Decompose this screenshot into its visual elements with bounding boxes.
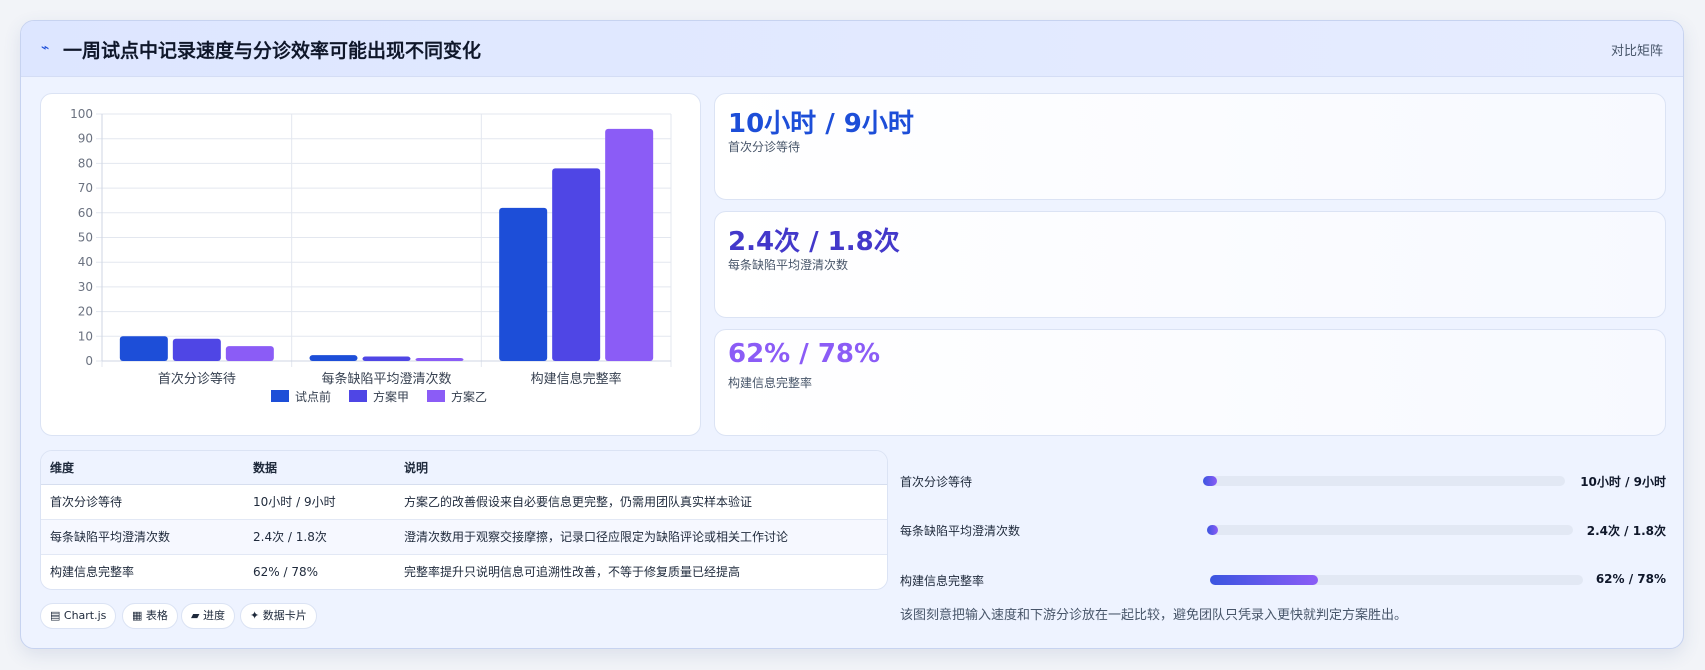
legend-label: 方案甲 xyxy=(373,389,409,404)
legend-label: 方案乙 xyxy=(451,389,487,404)
legend-swatch xyxy=(427,390,445,402)
bar-2-3 xyxy=(552,168,601,361)
card-header: ⌁ 一周试点中记录速度与分诊效率可能出现不同变化 对比矩阵 xyxy=(21,21,1683,77)
progress-track xyxy=(1207,525,1573,535)
progress-value: 10小时 / 9小时 xyxy=(1580,475,1666,489)
legend-label: 试点前 xyxy=(295,389,331,404)
progress-fill xyxy=(1207,525,1218,535)
y-tick-label: 70 xyxy=(78,181,93,195)
table-cell: 澄清次数用于观察交接摩擦，记录口径应限定为缺陷评论或相关工作讨论 xyxy=(395,519,887,555)
y-tick-label: 80 xyxy=(78,156,93,170)
comparison-card: ⌁ 一周试点中记录速度与分诊效率可能出现不同变化 对比矩阵 0 10 20 30 40 5… xyxy=(20,20,1684,649)
table-cell: 完整率提升只说明信息可追溯性改善，不等于修复质量已经提高 xyxy=(395,554,887,589)
progress-value: 2.4次 / 1.8次 xyxy=(1586,524,1666,538)
table-cell: 62% / 78% xyxy=(244,554,395,589)
chip-chartjs[interactable]: ▤ Chart.js xyxy=(40,603,117,629)
y-tick-label: 0 xyxy=(85,354,93,368)
bar-chart-panel: 0 10 20 30 40 50 60 70 80 90 100 首次分诊等待 每条缺陷平均澄清次数 构建… xyxy=(40,93,701,436)
progress-fill xyxy=(1210,575,1319,585)
y-tick-label: 10 xyxy=(78,329,93,343)
table-row: 首次分诊等待 10小时 / 9小时 方案乙的改善假设来自必要信息更完整，仍需用团… xyxy=(41,484,887,520)
bar-chart: 0 10 20 30 40 50 60 70 80 90 100 首次分诊等待 每条缺陷平均澄清次数 构建… xyxy=(70,107,672,404)
matrix-tag: 对比矩阵 xyxy=(1610,44,1663,59)
bar-3-3 xyxy=(605,128,654,361)
kpi-value: 10小时 / 9小时 xyxy=(728,109,914,139)
chip-data-card[interactable]: ✦ 数据卡片 xyxy=(240,603,317,629)
y-tick-label: 20 xyxy=(78,305,93,319)
pulse-icon: ⌁ xyxy=(41,40,50,56)
bar-1-1 xyxy=(119,336,168,361)
kpi-value: 2.4次 / 1.8次 xyxy=(728,227,900,257)
legend-swatch xyxy=(271,390,289,402)
y-tick-label: 60 xyxy=(78,206,93,220)
bar-1-3 xyxy=(499,207,548,361)
y-tick-label: 90 xyxy=(78,132,93,146)
table-cell: 首次分诊等待 xyxy=(41,484,244,520)
progress-label: 每条缺陷平均澄清次数 xyxy=(900,524,1021,538)
kpi-card-completeness: 62% / 78% 构建信息完整率 xyxy=(714,329,1666,436)
data-table: 维度 数据 说明 首次分诊等待 10小时 / 9小时 方案乙的改善假设来自必要信… xyxy=(41,451,887,589)
y-tick-label: 100 xyxy=(70,107,93,121)
table-cell: 每条缺陷平均澄清次数 xyxy=(41,519,244,555)
column-header: 数据 xyxy=(244,451,395,485)
progress-value: 62% / 78% xyxy=(1595,572,1666,586)
y-tick-label: 30 xyxy=(78,280,93,294)
chip-table[interactable]: ▦ 表格 xyxy=(122,603,178,629)
bar-2-2 xyxy=(362,356,411,361)
kpi-card-clarification: 2.4次 / 1.8次 每条缺陷平均澄清次数 xyxy=(714,211,1666,318)
card-title: 一周试点中记录速度与分诊效率可能出现不同变化 xyxy=(63,40,482,62)
bar-3-1 xyxy=(225,346,274,361)
progress-row-clarification: 每条缺陷平均澄清次数 2.4次 / 1.8次 xyxy=(900,520,1666,540)
kpi-value: 62% / 78% xyxy=(728,339,881,369)
progress-track xyxy=(1210,575,1583,585)
table-cell: 2.4次 / 1.8次 xyxy=(244,519,395,555)
bar-3-2 xyxy=(415,358,464,361)
table-cell: 方案乙的改善假设来自必要信息更完整，仍需用团队真实样本验证 xyxy=(395,484,887,520)
bar-1-2 xyxy=(309,355,358,361)
bar-2-1 xyxy=(172,338,221,361)
chip-progress[interactable]: ▰ 进度 xyxy=(181,603,235,629)
table-row: 每条缺陷平均澄清次数 2.4次 / 1.8次 澄清次数用于观察交接摩擦，记录口径… xyxy=(41,519,887,555)
progress-fill xyxy=(1203,476,1218,486)
legend-swatch xyxy=(349,390,367,402)
progress-row-triage: 首次分诊等待 10小时 / 9小时 xyxy=(900,471,1666,491)
progress-label: 首次分诊等待 xyxy=(900,475,973,489)
kpi-card-triage-wait: 10小时 / 9小时 首次分诊等待 xyxy=(714,93,1666,200)
y-tick-label: 50 xyxy=(78,231,93,245)
data-table-panel: 维度 数据 说明 首次分诊等待 10小时 / 9小时 方案乙的改善假设来自必要信… xyxy=(40,450,888,590)
y-tick-label: 40 xyxy=(78,255,93,269)
kpi-label: 构建信息完整率 xyxy=(728,376,813,390)
table-cell: 10小时 / 9小时 xyxy=(244,484,395,520)
progress-label: 构建信息完整率 xyxy=(900,574,985,588)
x-tick-label: 首次分诊等待 xyxy=(158,371,236,387)
table-cell: 构建信息完整率 xyxy=(41,554,244,589)
kpi-label: 首次分诊等待 xyxy=(728,140,801,154)
table-row: 构建信息完整率 62% / 78% 完整率提升只说明信息可追溯性改善，不等于修复… xyxy=(41,554,887,589)
column-header: 说明 xyxy=(395,451,887,485)
progress-row-completeness: 构建信息完整率 62% / 78% xyxy=(900,570,1666,590)
kpi-label: 每条缺陷平均澄清次数 xyxy=(728,258,849,272)
footnote: 该图刻意把输入速度和下游分诊放在一起比较，避免团队只凭录入更快就判定方案胜出。 xyxy=(900,608,1408,623)
column-header: 维度 xyxy=(41,451,244,485)
x-tick-label: 构建信息完整率 xyxy=(531,371,622,387)
progress-track xyxy=(1203,476,1565,486)
x-tick-label: 每条缺陷平均澄清次数 xyxy=(321,371,451,387)
